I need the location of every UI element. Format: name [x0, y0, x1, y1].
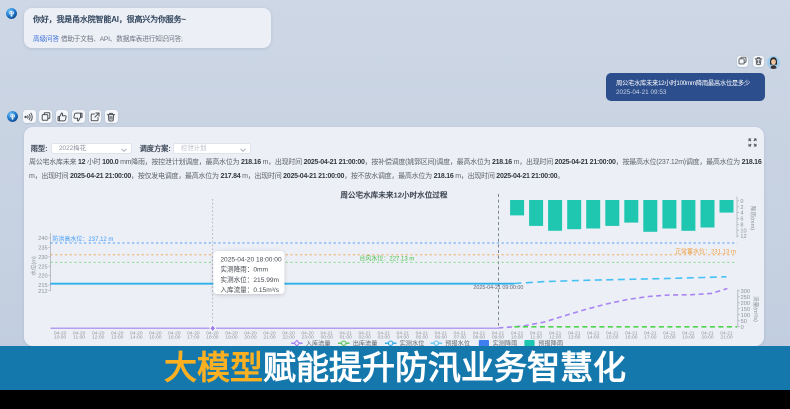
svg-text:212: 212: [38, 289, 47, 295]
svg-text:20:00: 20:00: [701, 335, 714, 341]
svg-text:0: 0: [740, 325, 743, 331]
svg-text:台风水位：227.13 m: 台风水位：227.13 m: [359, 255, 414, 263]
svg-text:225: 225: [38, 264, 47, 270]
svg-text:03:00: 03:00: [377, 335, 390, 341]
svg-text:16:00: 16:00: [625, 335, 638, 341]
svg-text:240: 240: [38, 236, 47, 242]
svg-text:12: 12: [740, 234, 746, 240]
svg-text:14:00: 14:00: [130, 335, 143, 341]
svg-text:10:00: 10:00: [54, 335, 67, 341]
svg-text:22:00: 22:00: [282, 335, 295, 341]
svg-text:降雨(mm): 降雨(mm): [749, 206, 757, 230]
svg-text:2025-04-20 18:00:00: 2025-04-20 18:00:00: [220, 256, 282, 263]
svg-text:流量(m³/s): 流量(m³/s): [752, 296, 760, 322]
svg-text:正常蓄水位：231.13 m: 正常蓄水位：231.13 m: [675, 248, 736, 256]
svg-text:18:00: 18:00: [206, 335, 219, 341]
svg-text:16:00: 16:00: [168, 335, 181, 341]
svg-text:08:00: 08:00: [472, 335, 485, 341]
svg-text:入库流量：0.15m³/s: 入库流量：0.15m³/s: [220, 285, 279, 294]
svg-text:21:00: 21:00: [263, 335, 276, 341]
svg-text:230: 230: [38, 255, 47, 261]
svg-text:19:00: 19:00: [225, 335, 238, 341]
svg-text:14:00: 14:00: [587, 335, 600, 341]
svg-text:实测降雨：0mm: 实测降雨：0mm: [220, 265, 268, 274]
svg-text:水位(m): 水位(m): [29, 256, 37, 276]
svg-text:220: 220: [38, 274, 47, 280]
svg-text:18:00: 18:00: [663, 335, 676, 341]
svg-text:2025-04-21 09:00:00: 2025-04-21 09:00:00: [473, 285, 523, 291]
svg-text:17:00: 17:00: [644, 335, 657, 341]
svg-text:13:00: 13:00: [568, 335, 581, 341]
svg-text:20:00: 20:00: [244, 335, 257, 341]
svg-text:防洪高水位：237.12 m: 防洪高水位：237.12 m: [52, 235, 113, 243]
svg-text:235: 235: [38, 246, 47, 252]
svg-text:周公宅水库未来12小时水位过程: 周公宅水库未来12小时水位过程: [340, 190, 448, 200]
svg-text:17:00: 17:00: [187, 335, 200, 341]
svg-text:实测水位：215.99m: 实测水位：215.99m: [220, 275, 279, 284]
svg-text:15:00: 15:00: [149, 335, 162, 341]
svg-text:15:00: 15:00: [606, 335, 619, 341]
svg-text:21:00: 21:00: [720, 335, 733, 341]
svg-text:13:00: 13:00: [111, 335, 124, 341]
svg-text:01:00: 01:00: [339, 335, 352, 341]
svg-text:19:00: 19:00: [682, 335, 695, 341]
svg-text:12:00: 12:00: [92, 335, 105, 341]
svg-text:11:00: 11:00: [73, 335, 85, 341]
